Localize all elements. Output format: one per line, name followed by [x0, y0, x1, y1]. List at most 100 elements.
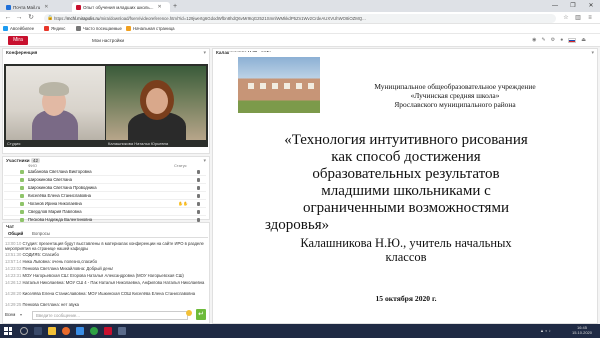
user-icon [20, 178, 24, 182]
participant-row[interactable]: Шабанова Светлана Викторовна [4, 168, 206, 176]
cam-label: Студия [7, 141, 21, 146]
mic-status-icon[interactable] [197, 210, 200, 214]
app-logo[interactable]: Mira [8, 36, 28, 45]
chat-message: 14:23:31 МОУ Нагорьевская СШ: Егорова На… [5, 273, 184, 278]
raised-hand-icon: ✋✋ [178, 201, 188, 206]
panel-collapse-icon[interactable]: ▾ [203, 50, 206, 56]
mail-favicon-icon [6, 4, 11, 10]
conference-title: Конференция [6, 50, 38, 55]
user-icon [20, 194, 24, 198]
bookmarks-bar: Авсейбилее Яндекс Часто посещаемые Начал… [0, 24, 600, 34]
tray-icons[interactable]: ▲ ◐ ♪ [540, 328, 551, 333]
app-icon[interactable] [118, 327, 126, 335]
mic-icon[interactable]: ● [560, 37, 563, 43]
speaker-camera [106, 66, 206, 140]
mail-app-icon[interactable] [76, 327, 84, 335]
reload-icon[interactable]: ↻ [26, 13, 36, 23]
exit-icon[interactable]: ⏏ [581, 37, 586, 43]
person-figure [39, 82, 69, 96]
panel-collapse-icon[interactable]: ▾ [591, 50, 594, 56]
bookmark-item[interactable]: Начальная страница [126, 26, 175, 31]
bookmark-item[interactable]: Яндекс [44, 26, 65, 31]
windows-taskbar: ▲ ◐ ♪ 16:45 15.10.2020 [0, 324, 600, 338]
maximize-button[interactable]: ❐ [564, 0, 582, 12]
chat-message: 13:00:10 Студия: презентация будут выста… [5, 241, 204, 251]
slide-title: «Технология интуитивного рисования как с… [265, 132, 528, 233]
star-icon[interactable]: ☆ [562, 14, 570, 22]
tab-questions[interactable]: Вопросы [32, 231, 50, 236]
studio-camera [6, 66, 105, 140]
mic-status-icon[interactable] [197, 202, 200, 206]
tools-icon[interactable]: ✎ [542, 37, 546, 43]
url-input[interactable]: 🔒 https://mchl.mirapolis.ru/mira/downloa… [44, 13, 556, 23]
bookmark-favicon-icon [76, 26, 81, 31]
settings-icon[interactable]: ⚙ [551, 37, 555, 43]
tab-webinar[interactable]: Опыт обучения младших школь... ✕ [72, 2, 170, 12]
app-icon[interactable] [104, 327, 112, 335]
participant-row[interactable]: Киселёва Елена Станиславовна [4, 192, 206, 200]
header-icons: ◉ ✎ ⚙ ● ⏏ [532, 37, 586, 43]
explorer-icon[interactable] [48, 327, 56, 335]
institution-name: Муниципальное общеобразовательное учрежд… [374, 82, 536, 109]
clock[interactable]: 16:45 15.10.2020 [570, 325, 594, 335]
school-photo [284, 83, 290, 89]
panel-collapse-icon[interactable]: ▾ [203, 158, 206, 164]
minimize-button[interactable]: — [546, 0, 564, 12]
tab-general[interactable]: Общий [8, 231, 23, 236]
task-view-icon[interactable] [34, 327, 42, 335]
firefox-icon[interactable] [62, 327, 70, 335]
chat-input[interactable]: Введите сообщение... [32, 311, 188, 320]
tab-mail[interactable]: Почта Mail.ru ✕ [2, 2, 70, 12]
video-area: Студия Калашникова Наталья Юрьевна [4, 64, 208, 147]
mic-status-icon[interactable] [197, 170, 200, 174]
send-button[interactable]: ↵ [196, 309, 206, 320]
search-icon[interactable] [20, 327, 28, 335]
chat-message: 14:29:25 Пенкова Светлана: нет звука [5, 302, 79, 307]
mic-status-icon[interactable] [197, 194, 200, 198]
chevron-down-icon[interactable]: ▾ [20, 312, 22, 317]
language-flag-icon[interactable] [568, 38, 577, 43]
close-tab-icon[interactable]: ✕ [157, 4, 161, 10]
library-icon[interactable]: ▥ [574, 14, 582, 22]
forward-icon[interactable]: → [14, 13, 24, 23]
close-tab-icon[interactable]: ✕ [44, 4, 48, 10]
slide-author: Калашникова Н.Ю., учитель начальных клас… [300, 236, 512, 264]
school-photo [260, 83, 266, 89]
new-tab-button[interactable]: + [173, 2, 177, 11]
chat-message: 14:26:12 Наталья Николаевна: МОУ СШ 4 - … [5, 280, 205, 285]
user-icon [20, 210, 24, 214]
emoji-icon[interactable] [186, 310, 192, 316]
bookmark-favicon-icon [44, 26, 49, 31]
school-photo [272, 83, 278, 89]
users-icon[interactable]: ◉ [532, 37, 536, 43]
bookmark-favicon-icon [126, 26, 131, 31]
mic-status-icon[interactable] [197, 178, 200, 182]
chat-message: 14:23:02 Пенкова Светлана Михайловна: До… [5, 266, 114, 271]
school-photo [296, 83, 302, 89]
user-icon [20, 186, 24, 190]
user-icon [20, 202, 24, 206]
back-icon[interactable]: ← [3, 13, 13, 23]
browser-tab-bar: Почта Mail.ru ✕ Опыт обучения младших шк… [0, 0, 600, 12]
close-window-button[interactable]: ✕ [582, 0, 600, 12]
bookmark-item[interactable]: Часто посещаемые [76, 26, 122, 31]
windows-start-icon[interactable] [4, 327, 12, 335]
participants-title: Участники [6, 158, 30, 163]
slide-date: 15 октября 2020 г. [375, 294, 437, 303]
chat-message: 14:28:20 Киселёва Елена Станиславовна: М… [5, 291, 196, 296]
chrome-icon[interactable] [90, 327, 98, 335]
my-settings-link[interactable]: Мои настройки [92, 38, 124, 43]
menu-icon[interactable]: ≡ [586, 14, 594, 22]
recipient-select[interactable]: Всем [5, 312, 15, 317]
chat-message: 13:51:30 СОДИЯ5: Спасибо [5, 252, 59, 257]
user-icon [20, 170, 24, 174]
lock-icon: 🔒 [47, 14, 54, 21]
school-photo [308, 83, 314, 89]
participant-row[interactable]: Чоганов Ирина Николаевна ✋✋ [4, 200, 206, 208]
bookmark-item[interactable]: Авсейбилее [3, 26, 34, 31]
participant-row[interactable]: Свердлов Мария Павловна [4, 208, 206, 216]
mic-status-icon[interactable] [197, 186, 200, 190]
participant-row[interactable]: Широкинова Светлана Проводника [4, 184, 206, 192]
participant-row[interactable]: Широкинова Светлана [4, 176, 206, 184]
school-photo [238, 57, 320, 113]
